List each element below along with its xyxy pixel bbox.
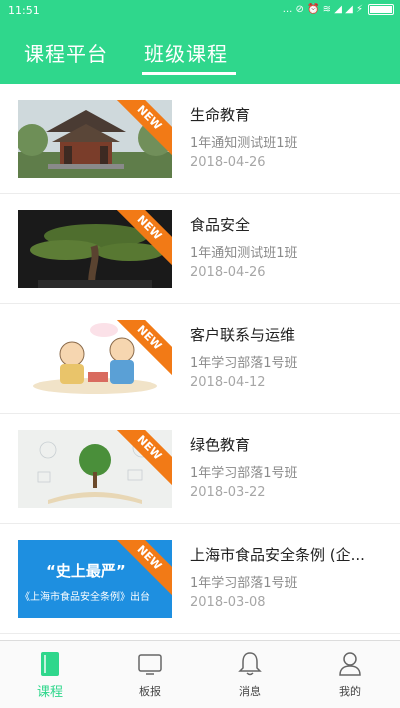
course-class: 1年学习部落1号班: [190, 576, 298, 591]
book-icon: [38, 651, 62, 677]
active-tab-indicator: [142, 72, 236, 75]
bottom-nav: 课程 板报 消息 我的: [0, 640, 400, 708]
course-date: 2018-04-12: [190, 375, 266, 390]
course-item[interactable]: NEW 生命教育 1年通知测试班1班 2018-04-26: [0, 84, 400, 194]
nav-label: 课程: [36, 685, 63, 700]
nav-label: 消息: [239, 685, 261, 698]
course-thumbnail-cartoon: NEW: [18, 320, 172, 398]
tab-course-platform[interactable]: 课程平台: [24, 38, 108, 67]
nav-board[interactable]: 板报: [100, 641, 200, 708]
battery-icon: [368, 4, 394, 15]
course-item[interactable]: NEW 客户联系与运维 1年学习部落1号班 2018-04-12: [0, 304, 400, 414]
course-title: 绿色教育: [190, 436, 251, 454]
board-icon: [138, 651, 162, 677]
nav-mine[interactable]: 我的: [300, 641, 400, 708]
course-thumbnail-pavilion: NEW: [18, 100, 172, 178]
status-time: 11:51: [8, 4, 40, 17]
course-date: 2018-04-26: [190, 155, 266, 170]
banner-subline: 《上海市食品安全条例》出台: [20, 592, 150, 603]
top-tabs: 课程平台 班级课程: [0, 34, 400, 78]
course-title: 上海市食品安全条例 (企...: [190, 546, 365, 564]
course-class: 1年学习部落1号班: [190, 466, 298, 481]
app-header: 11:51 ... ⊘ ⏰ ≋ ◢ ◢ ⚡ 课程平台 班级课程: [0, 0, 400, 84]
nav-message[interactable]: 消息: [200, 641, 300, 708]
course-list: NEW 生命教育 1年通知测试班1班 2018-04-26 NEW 食品安全 1…: [0, 84, 400, 640]
course-thumbnail-bonsai: NEW: [18, 210, 172, 288]
banner-headline: “史上最严”: [46, 562, 126, 580]
course-title: 客户联系与运维: [190, 326, 296, 344]
user-icon: [338, 651, 362, 677]
status-indicators: ... ⊘ ⏰ ≋ ◢ ◢ ⚡: [283, 4, 394, 15]
course-date: 2018-03-22: [190, 485, 266, 500]
status-icons: ... ⊘ ⏰ ≋ ◢ ◢ ⚡: [282, 4, 363, 15]
bell-icon: [238, 651, 262, 677]
course-item[interactable]: NEW 绿色教育 1年学习部落1号班 2018-03-22: [0, 414, 400, 524]
course-class: 1年通知测试班1班: [190, 246, 298, 261]
course-item[interactable]: NEW 食品安全 1年通知测试班1班 2018-04-26: [0, 194, 400, 304]
course-item[interactable]: “史上最严” 《上海市食品安全条例》出台 NEW 上海市食品安全条例 (企...…: [0, 524, 400, 634]
course-class: 1年通知测试班1班: [190, 136, 298, 151]
nav-label: 我的: [339, 685, 361, 698]
course-title: 生命教育: [190, 106, 251, 124]
course-thumbnail-banner: “史上最严” 《上海市食品安全条例》出台 NEW: [18, 540, 172, 618]
course-title: 食品安全: [190, 216, 251, 234]
course-date: 2018-04-26: [190, 265, 266, 280]
nav-label: 板报: [139, 685, 161, 698]
status-bar: 11:51 ... ⊘ ⏰ ≋ ◢ ◢ ⚡: [0, 0, 400, 22]
course-class: 1年学习部落1号班: [190, 356, 298, 371]
course-thumbnail-tree-book: NEW: [18, 430, 172, 508]
tab-class-course[interactable]: 班级课程: [144, 38, 228, 67]
nav-course[interactable]: 课程: [0, 641, 100, 708]
course-date: 2018-03-08: [190, 595, 266, 610]
